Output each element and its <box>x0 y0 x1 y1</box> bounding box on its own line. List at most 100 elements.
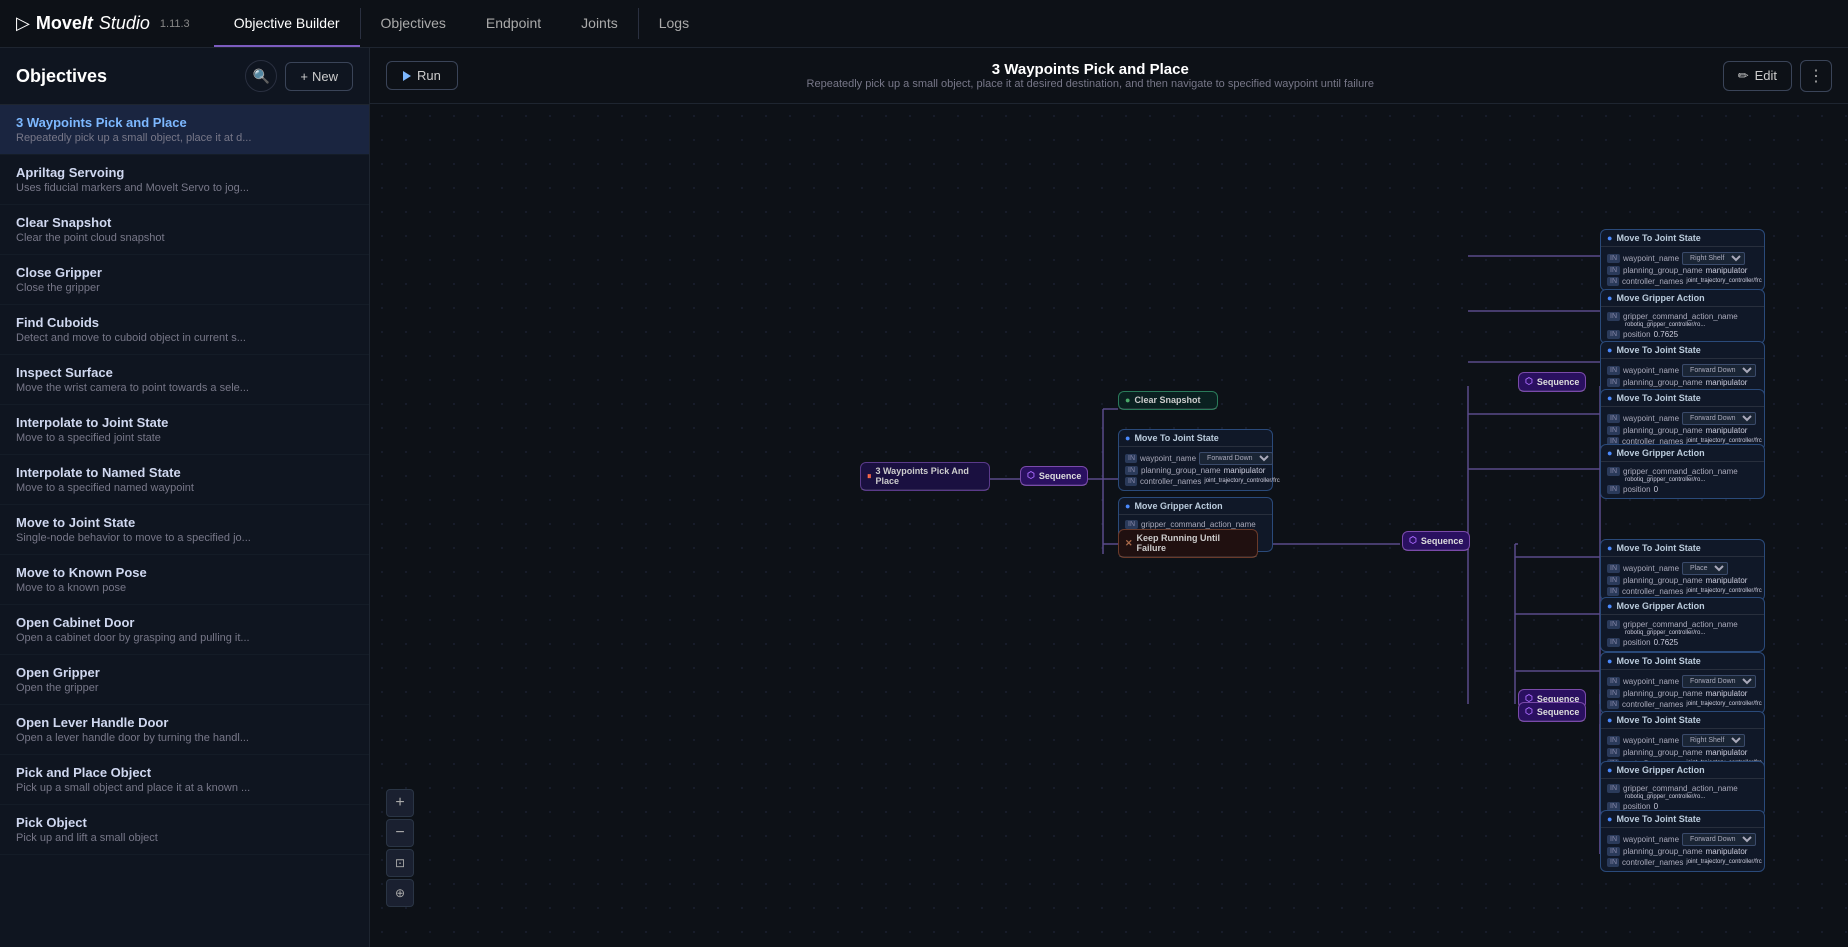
waypoint-c2r3[interactable]: Forward Down <box>1682 675 1756 688</box>
sidebar-item-desc: Move to a specified joint state <box>16 432 353 444</box>
sidebar-title: Objectives <box>16 66 107 87</box>
tab-objective-builder[interactable]: Objective Builder <box>214 0 360 47</box>
sidebar-item[interactable]: Pick and Place Object Pick up a small ob… <box>0 755 369 805</box>
sidebar-item-title: Open Gripper <box>16 665 353 680</box>
waypoint-r3[interactable]: Forward Down <box>1682 364 1756 377</box>
gripper-icon: ● <box>1125 501 1130 511</box>
root-node-label: 3 Waypoints Pick And Place <box>876 466 983 486</box>
sidebar-actions: 🔍 + New <box>245 60 353 92</box>
sidebar-item-title: Move to Joint State <box>16 515 353 530</box>
sequence-1-node[interactable]: ⬡ Sequence <box>1020 466 1088 486</box>
logo: ▷ MoveIt Studio 1.11.3 <box>16 13 190 34</box>
sequence-2-node[interactable]: ⬡ Sequence <box>1402 531 1470 551</box>
sidebar-item[interactable]: Find Cuboids Detect and move to cuboid o… <box>0 305 369 355</box>
sidebar-item[interactable]: Open Gripper Open the gripper <box>0 655 369 705</box>
node-status-dot: ⏸ <box>867 471 872 482</box>
sidebar-item-desc: Pick up and lift a small object <box>16 832 353 844</box>
joint-c2r3-node[interactable]: ● Move To Joint State IN waypoint_name F… <box>1600 652 1765 714</box>
sidebar-item[interactable]: Clear Snapshot Clear the point cloud sna… <box>0 205 369 255</box>
waypoint-c2r1[interactable]: Place <box>1682 562 1728 575</box>
sidebar-item-desc: Open a cabinet door by grasping and pull… <box>16 632 353 644</box>
sidebar: Objectives 🔍 + New 3 Waypoints Pick and … <box>0 48 370 947</box>
new-button[interactable]: + New <box>285 62 353 91</box>
nav-tabs: Objective Builder Objectives Endpoint Jo… <box>214 0 709 47</box>
gripper-r2-node[interactable]: ● Move Gripper Action IN gripper_command… <box>1600 289 1765 344</box>
tab-joints[interactable]: Joints <box>561 0 638 47</box>
sidebar-item[interactable]: Open Lever Handle Door Open a lever hand… <box>0 705 369 755</box>
content-area: Run 3 Waypoints Pick and Place Repeatedl… <box>370 48 1848 947</box>
joint-icon: ● <box>1125 433 1130 443</box>
zoom-out-button[interactable]: − <box>386 819 414 847</box>
sidebar-item-title: Pick Object <box>16 815 353 830</box>
more-options-button[interactable]: ⋮ <box>1800 60 1832 92</box>
tab-objectives[interactable]: Objectives <box>361 0 466 47</box>
sidebar-item-title: Close Gripper <box>16 265 353 280</box>
gripper-c2r2-node[interactable]: ● Move Gripper Action IN gripper_command… <box>1600 597 1765 652</box>
keep-running-node[interactable]: ✕ Keep Running Until Failure <box>1118 529 1258 558</box>
sequence-5-node[interactable]: ⬡ Sequence <box>1518 702 1586 722</box>
zoom-fit-button[interactable]: ⊡ <box>386 849 414 877</box>
logo-icon: ▷ <box>16 13 30 34</box>
zoom-in-button[interactable]: + <box>386 789 414 817</box>
sidebar-item-title: Open Lever Handle Door <box>16 715 353 730</box>
sidebar-item-title: Clear Snapshot <box>16 215 353 230</box>
clear-snapshot-node[interactable]: ● Clear Snapshot <box>1118 391 1218 410</box>
zoom-controls: + − ⊡ ⊕ <box>386 789 414 907</box>
seq-icon: ⬡ <box>1027 470 1035 481</box>
flow-title-area: 3 Waypoints Pick and Place Repeatedly pi… <box>458 61 1723 90</box>
sidebar-item-desc: Open the gripper <box>16 682 353 694</box>
joint-c2r1-node[interactable]: ● Move To Joint State IN waypoint_name P… <box>1600 539 1765 601</box>
flow-canvas[interactable]: ⏸ 3 Waypoints Pick And Place ⬡ Sequence … <box>370 104 1848 947</box>
sidebar-header: Objectives 🔍 + New <box>0 48 369 105</box>
sidebar-item[interactable]: Interpolate to Named State Move to a spe… <box>0 455 369 505</box>
sidebar-item[interactable]: Interpolate to Joint State Move to a spe… <box>0 405 369 455</box>
tab-endpoint[interactable]: Endpoint <box>466 0 561 47</box>
search-icon: 🔍 <box>253 68 270 85</box>
sidebar-item[interactable]: 3 Waypoints Pick and Place Repeatedly pi… <box>0 105 369 155</box>
run-button[interactable]: Run <box>386 61 458 90</box>
sidebar-item-desc: Single-node behavior to move to a specif… <box>16 532 353 544</box>
waypoint-r1[interactable]: Right Shelf <box>1682 252 1745 265</box>
joint-c3r3-node[interactable]: ● Move To Joint State IN waypoint_name F… <box>1600 810 1765 872</box>
center-icon: ⊕ <box>395 886 405 900</box>
sidebar-item[interactable]: Open Cabinet Door Open a cabinet door by… <box>0 605 369 655</box>
root-node[interactable]: ⏸ 3 Waypoints Pick And Place <box>860 462 990 491</box>
sidebar-item-desc: Detect and move to cuboid object in curr… <box>16 332 353 344</box>
sidebar-item[interactable]: Move to Known Pose Move to a known pose <box>0 555 369 605</box>
sidebar-item[interactable]: Close Gripper Close the gripper <box>0 255 369 305</box>
sidebar-item[interactable]: Pick Object Pick up and lift a small obj… <box>0 805 369 855</box>
sidebar-item[interactable]: Inspect Surface Move the wrist camera to… <box>0 355 369 405</box>
sidebar-item-title: Open Cabinet Door <box>16 615 353 630</box>
sequence-3-node[interactable]: ⬡ Sequence <box>1518 372 1586 392</box>
sidebar-item-desc: Close the gripper <box>16 282 353 294</box>
gripper-r5-node[interactable]: ● Move Gripper Action IN gripper_command… <box>1600 444 1765 499</box>
joint-r1-node[interactable]: ● Move To Joint State IN waypoint_name R… <box>1600 229 1765 291</box>
content-header: Run 3 Waypoints Pick and Place Repeatedl… <box>370 48 1848 104</box>
waypoint-c3r1[interactable]: Right Shelf <box>1682 734 1745 747</box>
sidebar-item-title: 3 Waypoints Pick and Place <box>16 115 353 130</box>
zoom-center-button[interactable]: ⊕ <box>386 879 414 907</box>
sidebar-item-desc: Clear the point cloud snapshot <box>16 232 353 244</box>
sidebar-item-title: Interpolate to Named State <box>16 465 353 480</box>
waypoint-select-1[interactable]: Forward Down <box>1199 452 1273 465</box>
waypoint-c3r3[interactable]: Forward Down <box>1682 833 1756 846</box>
sidebar-item-title: Interpolate to Joint State <box>16 415 353 430</box>
gripper-c3r2-node[interactable]: ● Move Gripper Action IN gripper_command… <box>1600 761 1765 816</box>
joint-r4-node[interactable]: ● Move To Joint State IN waypoint_name F… <box>1600 389 1765 451</box>
logo-version: 1.11.3 <box>160 18 190 30</box>
edit-button[interactable]: ✏ Edit <box>1723 61 1792 91</box>
flow-subtitle: Repeatedly pick up a small object, place… <box>458 78 1723 90</box>
sidebar-item-desc: Move to a known pose <box>16 582 353 594</box>
more-icon: ⋮ <box>1808 66 1824 86</box>
logo-text: MoveIt <box>36 13 93 34</box>
move-joint-1-node[interactable]: ● Move To Joint State IN waypoint_name F… <box>1118 429 1273 491</box>
sidebar-item[interactable]: Apriltag Servoing Uses fiducial markers … <box>0 155 369 205</box>
search-button[interactable]: 🔍 <box>245 60 277 92</box>
tab-logs[interactable]: Logs <box>639 0 709 47</box>
flow-title: 3 Waypoints Pick and Place <box>458 61 1723 78</box>
sidebar-item-desc: Repeatedly pick up a small object, place… <box>16 132 353 144</box>
sidebar-item[interactable]: Move to Joint State Single-node behavior… <box>0 505 369 555</box>
waypoint-r4[interactable]: Forward Down <box>1682 412 1756 425</box>
edit-icon: ✏ <box>1738 68 1749 84</box>
sidebar-item-title: Pick and Place Object <box>16 765 353 780</box>
